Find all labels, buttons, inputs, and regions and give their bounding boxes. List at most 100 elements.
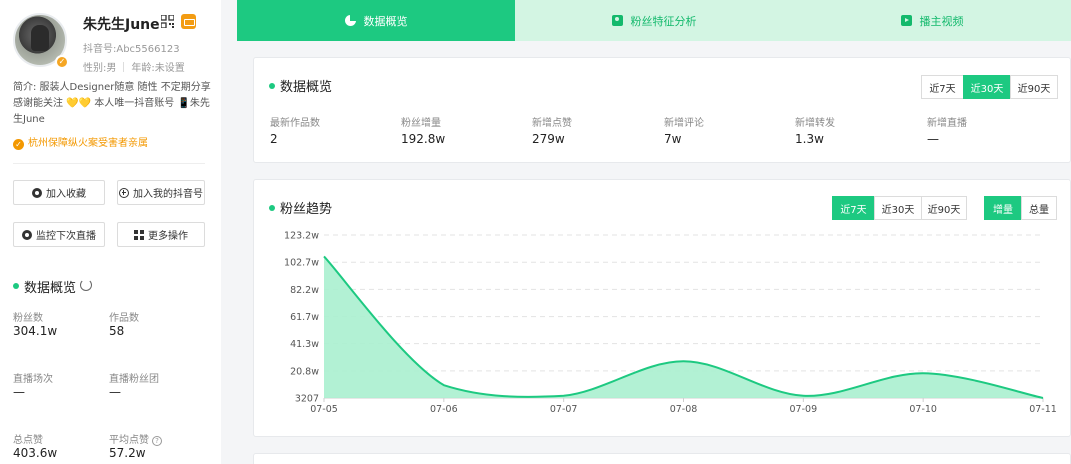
- divider: [13, 163, 205, 164]
- fans-icon: [611, 15, 623, 26]
- profile-name: 朱先生June: [83, 17, 160, 33]
- x-tick-label: 07-07: [550, 404, 578, 415]
- stat-label: 总点赞: [13, 435, 43, 446]
- more-actions-button[interactable]: 更多操作: [117, 222, 205, 247]
- shop-icon[interactable]: [181, 14, 196, 29]
- mode-increment-button[interactable]: 增量: [984, 196, 1022, 220]
- mode-total-button[interactable]: 总量: [1021, 196, 1057, 220]
- trend-range-7d-button[interactable]: 近7天: [832, 196, 875, 220]
- metric-value: 2: [270, 132, 278, 146]
- button-label: 加入收藏: [46, 189, 86, 200]
- stat-value: —: [13, 385, 25, 399]
- trend-mode-toggle: 增量 总量: [984, 196, 1057, 220]
- profile-meta: 性别:男 年龄:未设置: [83, 59, 185, 74]
- section-dot: [269, 205, 275, 211]
- grid-icon: [134, 229, 144, 240]
- favorite-icon: [32, 187, 42, 198]
- add-favorite-button[interactable]: 加入收藏: [13, 180, 105, 205]
- monitor-icon: [22, 229, 32, 240]
- button-label: 监控下次直播: [36, 231, 96, 242]
- metric-value: 7w: [664, 132, 682, 146]
- y-tick-label: 82.2w: [290, 285, 319, 296]
- overview-title: 数据概览: [280, 80, 333, 95]
- trend-range-toggle: 近7天 近30天 近90天: [832, 196, 967, 220]
- monitor-live-button[interactable]: 监控下次直播: [13, 222, 105, 247]
- bio-text: 感谢能关注: [13, 98, 63, 109]
- x-tick-label: 07-11: [1029, 404, 1057, 415]
- section-dot: [13, 283, 19, 289]
- y-tick-label: 41.3w: [290, 339, 319, 350]
- pie-chart-icon: [344, 15, 356, 26]
- stat-value: 304.1w: [13, 324, 58, 338]
- x-tick-label: 07-09: [790, 404, 818, 415]
- metric-label: 新增直播: [927, 118, 967, 129]
- y-tick-label: 102.7w: [284, 258, 319, 269]
- y-tick-label: 3207: [295, 394, 319, 405]
- tab-fan-analysis[interactable]: 粉丝特征分析: [515, 0, 793, 41]
- location-tag: ✓ 杭州保障纵火案受害者亲属: [13, 134, 148, 150]
- refresh-icon[interactable]: [80, 279, 92, 291]
- metric-value: 1.3w: [795, 132, 824, 146]
- fan-trend-chart: 3207 20.8w 41.3w 61.7w 82.2w 102.7w 123.2w 07-0…: [284, 231, 1057, 416]
- tab-bar: 数据概览 粉丝特征分析 播主视频: [237, 0, 1071, 41]
- metric-label: 粉丝增量: [401, 118, 441, 129]
- hearts-emoji-icon: 💛💛: [66, 98, 92, 109]
- metric-label: 新增点赞: [532, 118, 572, 129]
- x-tick-label: 07-08: [670, 404, 698, 415]
- fan-trend-title: 粉丝趋势: [280, 202, 333, 217]
- stat-label: 直播场次: [13, 374, 53, 385]
- metric-value: 192.8w: [401, 132, 446, 146]
- range-30d-button[interactable]: 近30天: [963, 75, 1011, 99]
- add-my-account-button[interactable]: 加入我的抖音号: [117, 180, 205, 205]
- location-text: 杭州保障纵火案受害者亲属: [28, 138, 148, 149]
- button-label: 加入我的抖音号: [133, 189, 203, 200]
- help-icon[interactable]: ?: [152, 436, 162, 446]
- trend-range-90d-button[interactable]: 近90天: [921, 196, 967, 220]
- bio-text: 本人唯一抖音账号: [94, 98, 175, 109]
- tab-videos[interactable]: 播主视频: [793, 0, 1071, 41]
- bio-line-3: 生June: [13, 114, 45, 125]
- check-circle-icon: ✓: [13, 139, 24, 150]
- stat-value: —: [109, 385, 121, 399]
- profile-panel: ✓ 朱先生June 抖音号:Abc5566123 性别:男 年龄:未设置 简介: …: [0, 0, 221, 464]
- bio-line-2: 感谢能关注 💛💛 本人唯一抖音账号 📱朱先: [13, 96, 213, 112]
- y-tick-label: 20.8w: [290, 366, 319, 377]
- left-overview-title: 数据概览: [24, 281, 77, 296]
- metric-label: 最新作品数: [270, 118, 320, 129]
- metric-label: 新增评论: [664, 118, 704, 129]
- overview-card: [253, 57, 1071, 163]
- stat-label: 直播粉丝团: [109, 374, 159, 385]
- metric-value: —: [927, 132, 939, 146]
- y-tick-label: 123.2w: [284, 231, 319, 242]
- y-tick-label: 61.7w: [290, 312, 319, 323]
- range-7d-button[interactable]: 近7天: [921, 75, 964, 99]
- tab-label: 数据概览: [363, 14, 408, 28]
- range-90d-button[interactable]: 近90天: [1010, 75, 1058, 99]
- tab-label: 粉丝特征分析: [630, 14, 697, 28]
- x-tick-label: 07-06: [430, 404, 458, 415]
- tab-label: 播主视频: [919, 14, 964, 28]
- stat-label-text: 平均点赞: [109, 435, 149, 446]
- metric-value: 279w: [532, 132, 565, 146]
- section-dot: [269, 83, 275, 89]
- stat-label: 作品数: [109, 313, 139, 324]
- stat-label: 粉丝数: [13, 313, 43, 324]
- x-tick-label: 07-10: [909, 404, 937, 415]
- gender: 性别:男: [83, 63, 117, 74]
- stat-value: 403.6w: [13, 446, 58, 460]
- stat-label: 平均点赞?: [109, 431, 162, 446]
- profile-bio: 简介: 服装人Designer随意 随性 不定期分享 感谢能关注 💛💛 本人唯一…: [13, 80, 213, 128]
- douyin-id: 抖音号:Abc5566123: [83, 44, 180, 55]
- plus-icon: [119, 187, 129, 198]
- overview-range-toggle: 近7天 近30天 近90天: [921, 75, 1058, 99]
- tab-data-overview[interactable]: 数据概览: [237, 0, 515, 41]
- trend-range-30d-button[interactable]: 近30天: [874, 196, 922, 220]
- qr-code-icon[interactable]: [161, 15, 174, 28]
- bio-line-1: 简介: 服装人Designer随意 随性 不定期分享: [13, 82, 211, 93]
- phone-emoji-icon: 📱: [177, 98, 190, 109]
- button-label: 更多操作: [148, 231, 188, 242]
- verified-badge-icon: ✓: [55, 55, 69, 69]
- bio-text: 朱先: [189, 98, 210, 109]
- stat-value: 58: [109, 324, 125, 338]
- metric-label: 新增转发: [795, 118, 835, 129]
